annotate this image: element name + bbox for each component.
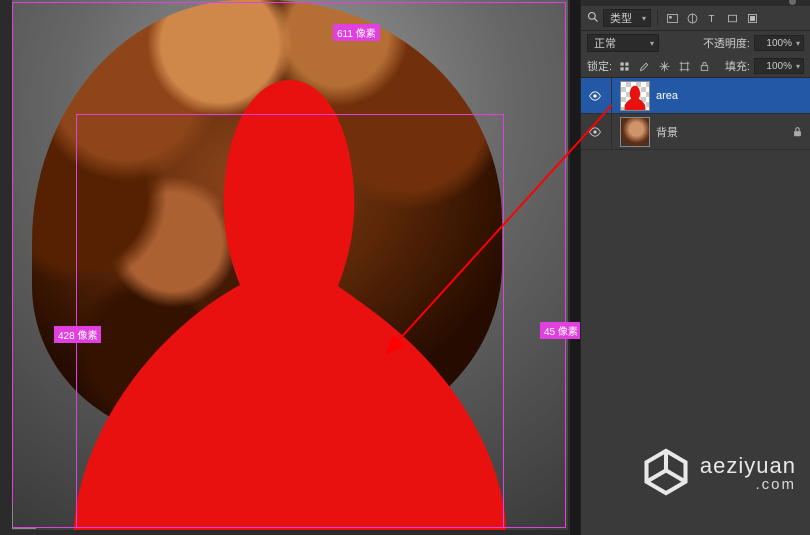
blend-opacity-row: 正常 ▾ 不透明度: 100% ▾ bbox=[581, 31, 810, 55]
lock-position-icon[interactable] bbox=[656, 58, 672, 74]
opacity-value: 100% bbox=[766, 38, 792, 49]
layer-name: area bbox=[656, 90, 678, 102]
fill-value-input[interactable]: 100% ▾ bbox=[754, 58, 804, 74]
lock-artboard-icon[interactable] bbox=[676, 58, 692, 74]
watermark-text-2: .com bbox=[700, 477, 796, 492]
opacity-label: 不透明度: bbox=[703, 35, 750, 51]
layer-row-background[interactable]: 背景 bbox=[581, 114, 810, 150]
svg-text:T: T bbox=[708, 13, 714, 24]
lock-pixels-icon[interactable] bbox=[616, 58, 632, 74]
blend-mode-label: 正常 bbox=[594, 35, 616, 51]
search-icon bbox=[587, 11, 599, 26]
lock-brush-icon[interactable] bbox=[636, 58, 652, 74]
fill-value: 100% bbox=[766, 61, 792, 72]
fill-label: 填充: bbox=[725, 58, 750, 74]
opacity-value-input[interactable]: 100% ▾ bbox=[754, 35, 804, 51]
chevron-down-icon: ▾ bbox=[796, 62, 800, 71]
watermark-text-1: aeziyuan bbox=[700, 455, 796, 477]
measure-mid-height: 428 像素 bbox=[54, 326, 101, 343]
panel-tab-bar bbox=[581, 0, 810, 6]
filter-smart-icon[interactable] bbox=[744, 10, 760, 26]
visibility-toggle[interactable] bbox=[587, 124, 603, 140]
layer-filter-row: 类型 ▾ T bbox=[581, 6, 810, 30]
panel-menu-icon[interactable] bbox=[789, 0, 796, 5]
red-silhouette-layer bbox=[12, 0, 568, 530]
layer-filter-dropdown[interactable]: 类型 ▾ bbox=[603, 9, 651, 27]
axis-indicator bbox=[12, 501, 40, 529]
lock-label: 锁定: bbox=[587, 58, 612, 74]
filter-shape-icon[interactable] bbox=[724, 10, 740, 26]
layers-list: area 背景 bbox=[581, 78, 810, 150]
lock-all-icon[interactable] bbox=[696, 58, 712, 74]
chevron-down-icon: ▾ bbox=[650, 39, 654, 48]
chevron-down-icon: ▾ bbox=[642, 14, 646, 23]
watermark: aeziyuan .com bbox=[640, 446, 796, 501]
filter-pixel-icon[interactable] bbox=[664, 10, 680, 26]
blend-mode-dropdown[interactable]: 正常 ▾ bbox=[587, 34, 659, 52]
layer-thumbnail[interactable] bbox=[620, 81, 650, 111]
canvas-area: 611 像素 428 像素 45 像素 bbox=[0, 0, 570, 535]
watermark-logo-icon bbox=[640, 446, 692, 501]
layer-name: 背景 bbox=[656, 124, 678, 140]
filter-adjust-icon[interactable] bbox=[684, 10, 700, 26]
lock-icon bbox=[792, 126, 804, 138]
layer-thumbnail[interactable] bbox=[620, 117, 650, 147]
measure-right-gap: 45 像素 bbox=[540, 322, 582, 339]
document-canvas[interactable] bbox=[12, 0, 568, 530]
visibility-toggle[interactable] bbox=[587, 88, 603, 104]
filter-text-icon[interactable]: T bbox=[704, 10, 720, 26]
layer-filter-label: 类型 bbox=[610, 10, 632, 26]
lock-fill-row: 锁定: 填充: 100% ▾ bbox=[581, 55, 810, 77]
layer-row-area[interactable]: area bbox=[581, 78, 810, 114]
chevron-down-icon: ▾ bbox=[796, 39, 800, 48]
measure-top-width: 611 像素 bbox=[333, 24, 380, 41]
